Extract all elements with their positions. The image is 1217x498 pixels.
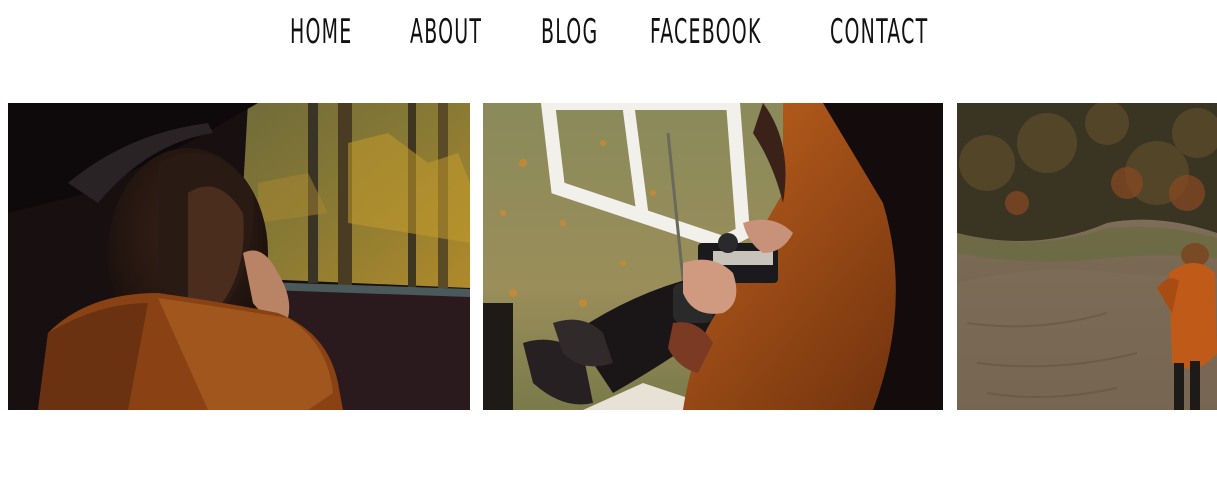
gallery-photo-camera[interactable] <box>483 103 943 410</box>
gallery-photo-field[interactable] <box>957 103 1217 410</box>
photo-gallery <box>0 103 1217 410</box>
nav-blog-link[interactable]: BLOG <box>541 10 598 54</box>
camera-hands-image <box>483 103 943 410</box>
nav-home-link[interactable]: HOME <box>290 10 353 54</box>
car-window-image <box>8 103 470 410</box>
nav-about-link[interactable]: ABOUT <box>410 10 482 54</box>
nav-contact-link[interactable]: CONTACT <box>830 10 928 54</box>
main-nav: HOME ABOUT BLOG FACEBOOK CONTACT <box>0 0 1217 70</box>
nav-facebook-link[interactable]: FACEBOOK <box>650 10 762 54</box>
gallery-photo-car[interactable] <box>8 103 470 410</box>
field-walk-image <box>957 103 1217 410</box>
